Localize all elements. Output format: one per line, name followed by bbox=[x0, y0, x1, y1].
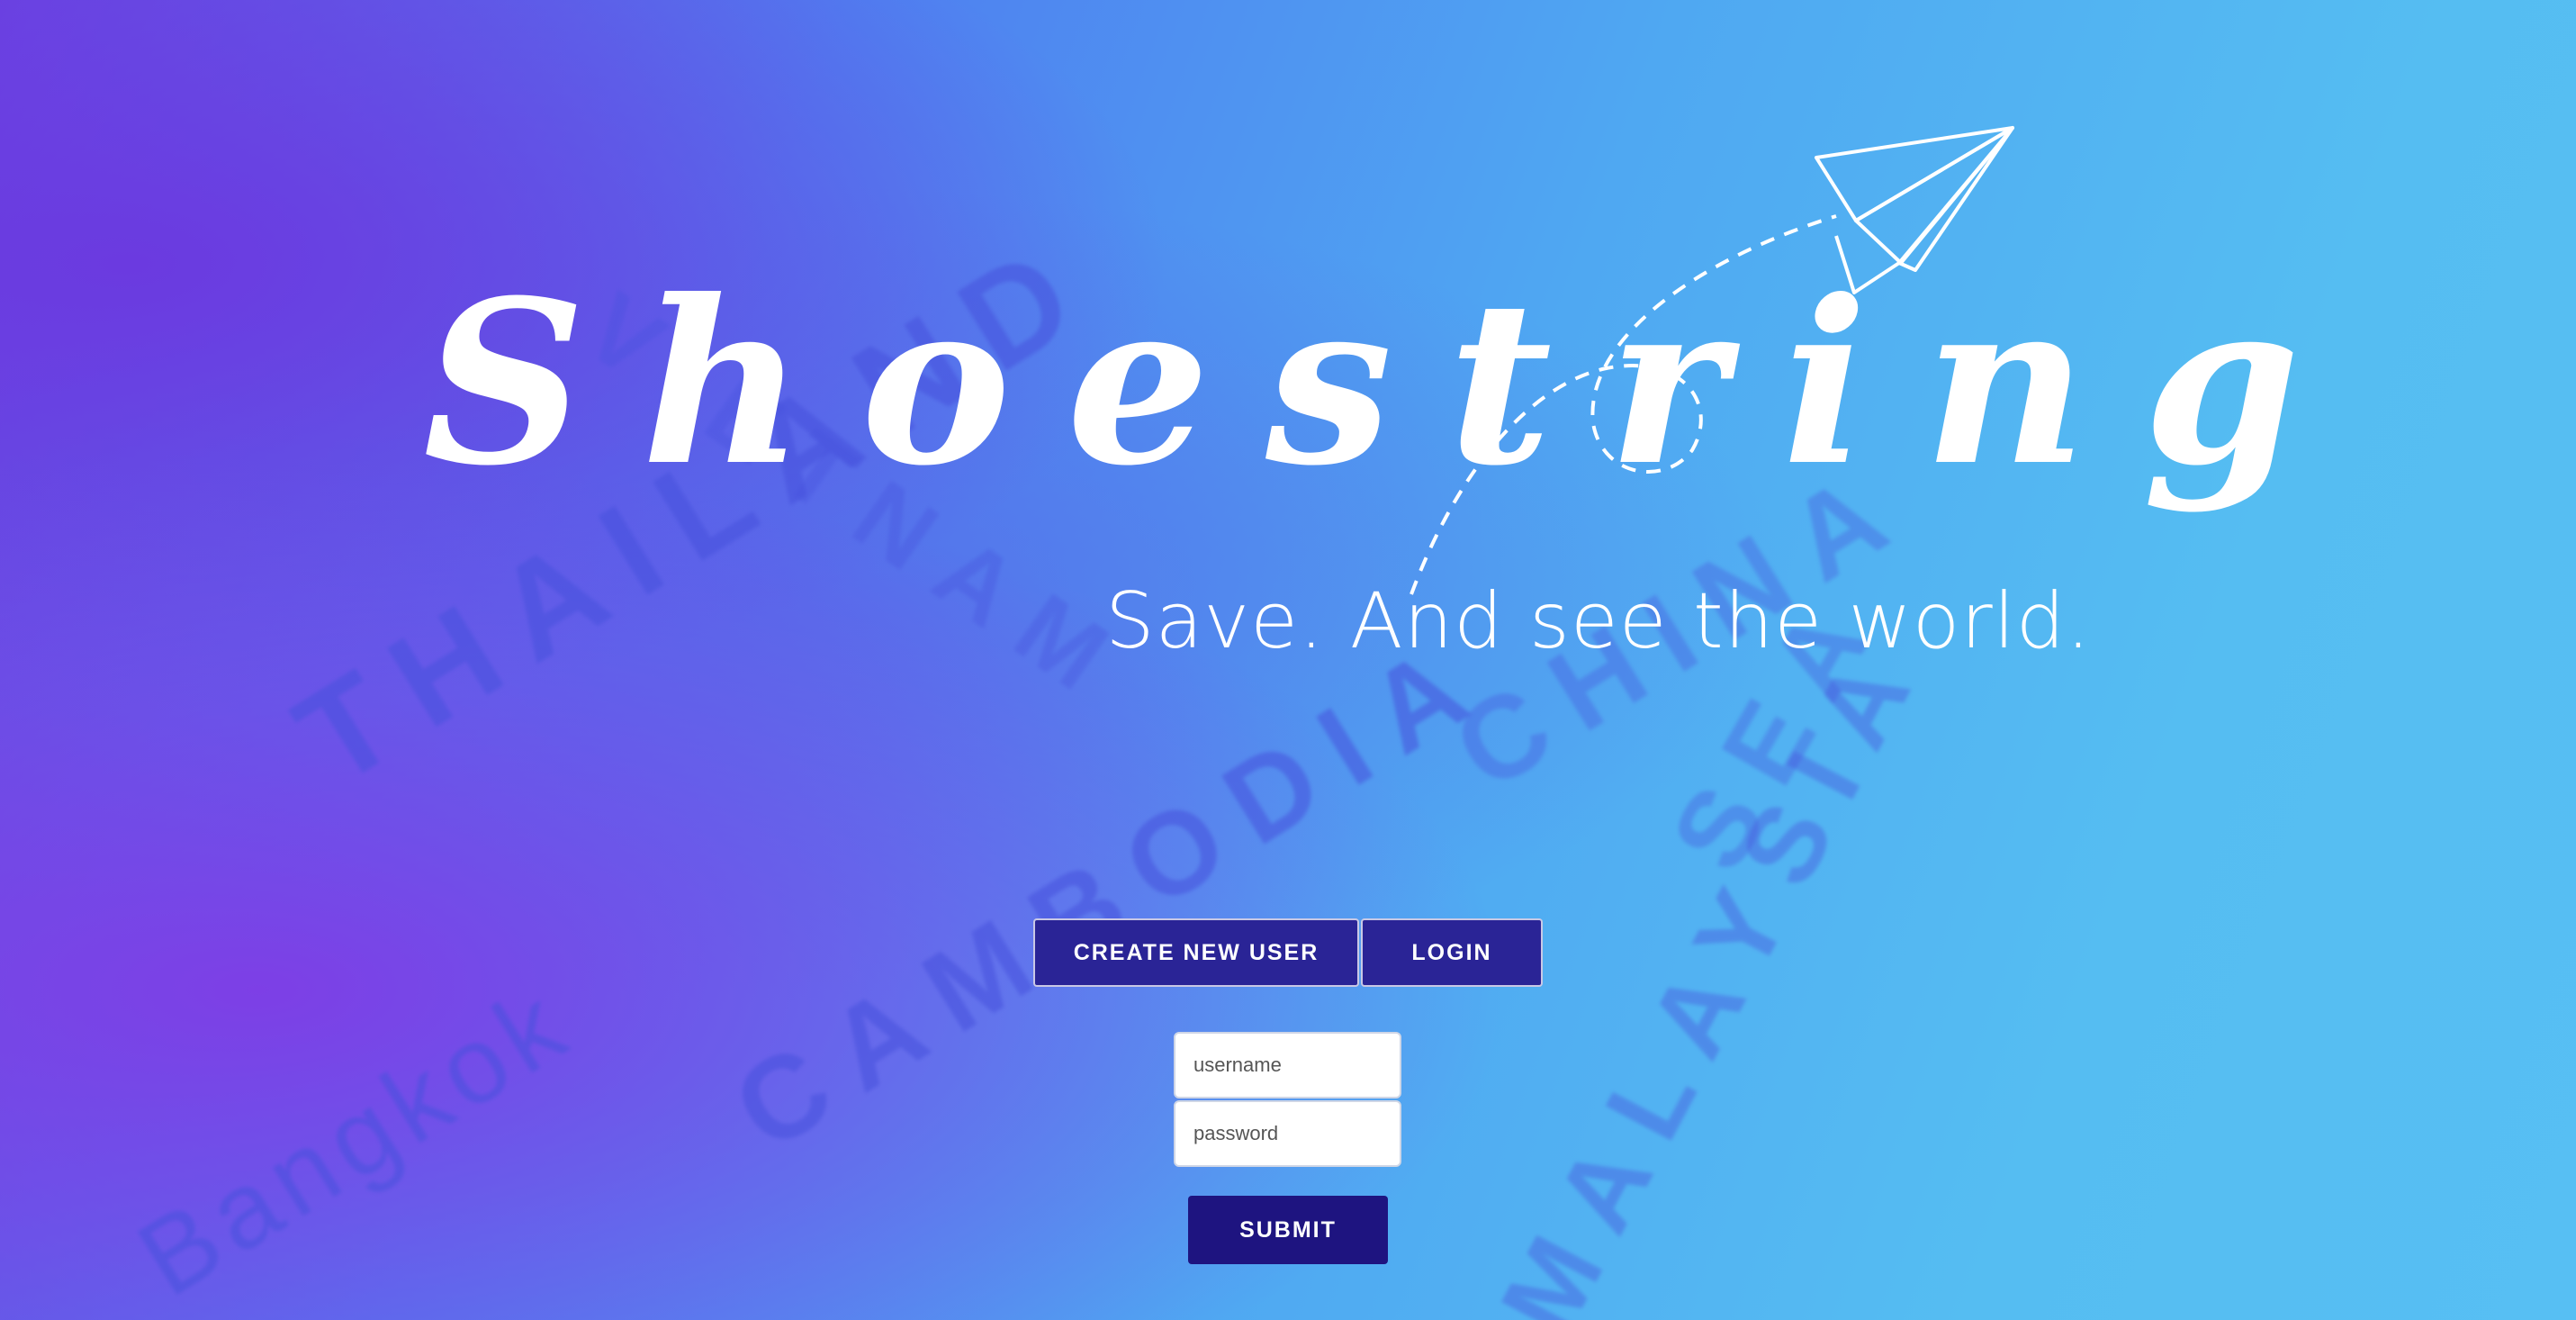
tagline: Save. And see the world. bbox=[1105, 576, 2092, 666]
username-input[interactable] bbox=[1174, 1032, 1401, 1098]
logo-wordmark: Shoestring bbox=[423, 250, 2356, 515]
password-input[interactable] bbox=[1174, 1100, 1401, 1167]
login-button[interactable]: LOGIN bbox=[1361, 918, 1543, 987]
submit-button[interactable]: SUBMIT bbox=[1188, 1196, 1388, 1264]
create-new-user-button[interactable]: CREATE NEW USER bbox=[1033, 918, 1359, 987]
